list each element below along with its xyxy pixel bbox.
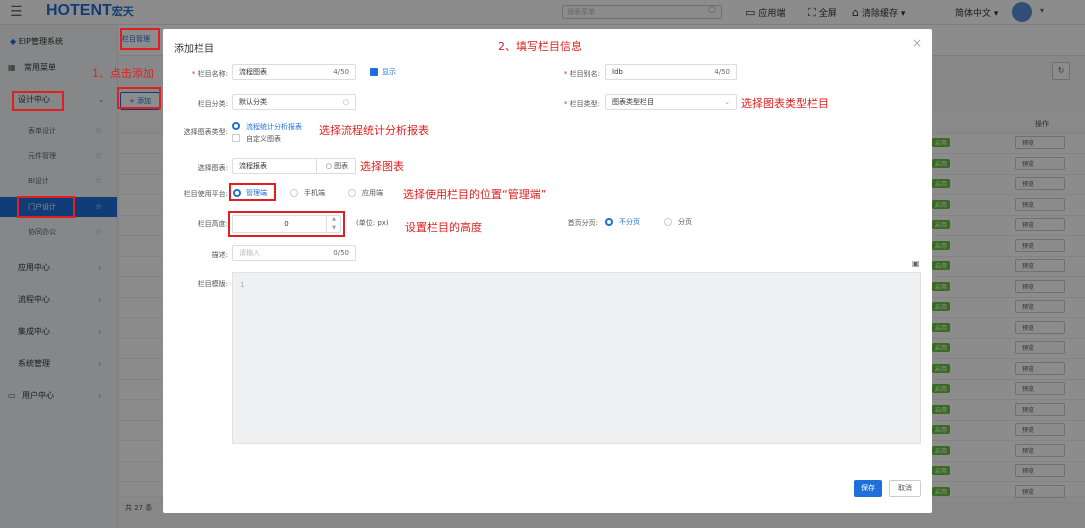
annotation-step1: 1、点击添加 xyxy=(92,67,154,80)
paging-label: 首页分页: xyxy=(567,219,598,227)
chart-type-opt2[interactable]: 自定义图表 xyxy=(246,134,281,144)
height-stepper[interactable]: 0 xyxy=(232,215,341,233)
annotation-chart: 选择图表 xyxy=(360,160,404,173)
annotation-chart-type: 选择流程统计分析报表 xyxy=(319,124,429,137)
editor-line-number: 1 xyxy=(240,281,245,289)
annotation-step2: 2、填写栏目信息 xyxy=(498,40,582,53)
chart-type-radio-flow[interactable] xyxy=(232,122,240,130)
chart-select-button[interactable]: ○ 图表 xyxy=(316,158,357,174)
cancel-button[interactable]: 取消 xyxy=(889,480,921,497)
paging-opt-page[interactable]: 分页 xyxy=(678,217,692,227)
chart-type-opt1[interactable]: 流程统计分析报表 xyxy=(246,122,302,132)
chevron-down-icon: ⌄ xyxy=(724,98,730,106)
platform-radio-app[interactable] xyxy=(348,189,356,197)
platform-opt-mobile[interactable]: 手机端 xyxy=(304,188,325,198)
annotation-type: 选择图表类型栏目 xyxy=(741,97,829,110)
platform-radio-admin[interactable] xyxy=(233,189,241,197)
chart-label: 选择图表: xyxy=(197,164,228,172)
stepper-arrows[interactable]: ▲ ▼ xyxy=(326,215,341,233)
paging-radio-none[interactable] xyxy=(605,218,613,226)
save-button[interactable]: 保存 xyxy=(854,480,882,497)
template-label: 栏目模版: xyxy=(197,280,228,288)
name-input[interactable]: 流程图表 4/50 xyxy=(232,64,356,80)
annotation-box-add xyxy=(117,87,161,109)
show-checkbox[interactable] xyxy=(370,68,378,76)
expand-icon[interactable]: ▣ xyxy=(912,259,920,268)
type-label: * 栏目类型: xyxy=(563,100,600,108)
annotation-box-design-center xyxy=(12,91,64,111)
paging-opt-none[interactable]: 不分页 xyxy=(619,217,640,227)
annotation-platform: 选择使用栏目的位置“管理端” xyxy=(403,188,547,201)
alias-input[interactable]: ldb 4/50 xyxy=(605,64,737,80)
alias-label: * 栏目别名: xyxy=(563,70,600,78)
height-unit: (单位: px) xyxy=(356,219,389,227)
annotation-box-tab xyxy=(120,28,160,50)
desc-input[interactable]: 请输入 0/50 xyxy=(232,245,356,261)
platform-label: 栏目使用平台: xyxy=(183,190,228,198)
platform-opt-app[interactable]: 应用端 xyxy=(362,188,383,198)
dialog-title: 添加栏目 xyxy=(174,44,214,55)
category-label: 栏目分类: xyxy=(197,100,228,108)
show-label: 显示 xyxy=(382,68,396,76)
template-editor[interactable] xyxy=(232,272,921,444)
type-select[interactable]: 图表类型栏目 ⌄ xyxy=(605,94,737,110)
paging-radio-page[interactable] xyxy=(664,218,672,226)
annotation-box-portal-design xyxy=(17,196,75,218)
platform-opt-admin[interactable]: 管理端 xyxy=(246,188,267,198)
category-input[interactable]: 默认分类 ○ xyxy=(232,94,356,110)
platform-radio-mobile[interactable] xyxy=(290,189,298,197)
chart-type-radio-custom[interactable] xyxy=(232,134,240,142)
desc-label: 描述: xyxy=(211,251,228,259)
search-icon[interactable]: ○ xyxy=(343,95,349,109)
close-icon[interactable]: × xyxy=(912,36,922,50)
annotation-height: 设置栏目的高度 xyxy=(405,221,482,234)
name-label: * 栏目名称: xyxy=(191,70,228,78)
chart-type-label: 选择图表类型: xyxy=(183,128,228,136)
height-label: 栏目高度: xyxy=(197,220,228,228)
